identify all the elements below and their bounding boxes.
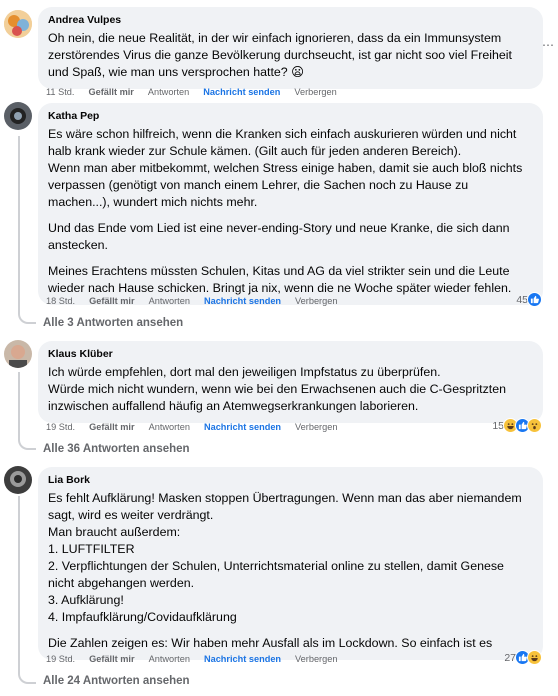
reply-link[interactable]: Antworten: [149, 421, 190, 433]
comment-author[interactable]: Klaus Klüber: [48, 348, 533, 361]
avatar-image: [4, 466, 32, 494]
wow-reaction-icon: [527, 418, 542, 433]
thread-line: [18, 496, 20, 674]
comment-paragraph: Oh nein, die neue Realität, in der wir e…: [48, 31, 512, 79]
comment-author[interactable]: Katha Pep: [48, 110, 533, 123]
comment-bubble: Lia Bork Es fehlt Aufklärung! Masken sto…: [38, 467, 543, 660]
comment-paragraph: 3. Aufklärung!: [48, 593, 124, 607]
comment-bubble: Klaus Klüber Ich würde empfehlen, dort m…: [38, 341, 543, 423]
hide-link[interactable]: Verbergen: [295, 653, 337, 665]
more-options-icon[interactable]: ⋯: [542, 38, 554, 52]
comment-paragraph: 4. Impfaufklärung/Covidaufklärung: [48, 610, 237, 624]
send-message-link[interactable]: Nachricht senden: [203, 86, 280, 98]
haha-reaction-icon: [527, 650, 542, 665]
comment-paragraph: Wenn man aber mitbekommt, welchen Stress…: [48, 161, 523, 209]
comment-paragraph: Ich würde empfehlen, dort mal den jeweil…: [48, 365, 441, 379]
send-message-link[interactable]: Nachricht senden: [204, 295, 281, 307]
view-replies-link[interactable]: Alle 3 Antworten ansehen: [43, 317, 183, 329]
comment-bubble: Andrea Vulpes Oh nein, die neue Realität…: [38, 7, 543, 89]
like-link[interactable]: Gefällt mir: [89, 295, 134, 307]
like-link[interactable]: Gefällt mir: [89, 653, 134, 665]
comment-actions: 11 Std. Gefällt mir Antworten Nachricht …: [46, 86, 351, 98]
comment-bubble: Katha Pep Es wäre schon hilfreich, wenn …: [38, 103, 543, 305]
comment-paragraph: 2. Verpflichtungen der Schulen, Unterric…: [48, 559, 504, 590]
thread-connector: [18, 312, 36, 324]
comment-paragraph: 1. LUFTFILTER: [48, 542, 135, 556]
hide-link[interactable]: Verbergen: [294, 86, 336, 98]
avatar[interactable]: [4, 10, 32, 38]
comment-text: Es fehlt Aufklärung! Masken stoppen Über…: [48, 490, 533, 652]
timestamp[interactable]: 19 Std.: [46, 653, 75, 665]
send-message-link[interactable]: Nachricht senden: [204, 653, 281, 665]
avatar-image: [4, 102, 32, 130]
timestamp[interactable]: 18 Std.: [46, 295, 75, 307]
comment-paragraph: Und das Ende vom Lied ist eine never-end…: [48, 221, 510, 252]
reaction-summary[interactable]: 27: [504, 650, 542, 665]
comment-author[interactable]: Andrea Vulpes: [48, 14, 533, 27]
comment-paragraph: Es wäre schon hilfreich, wenn die Kranke…: [48, 127, 517, 158]
comment-text: Oh nein, die neue Realität, in der wir e…: [48, 30, 533, 81]
avatar[interactable]: [4, 466, 32, 494]
thread-line: [18, 136, 20, 314]
reply-link[interactable]: Antworten: [149, 653, 190, 665]
thread-connector: [18, 672, 36, 684]
comment-text: Ich würde empfehlen, dort mal den jeweil…: [48, 364, 533, 415]
avatar-image: [4, 10, 32, 38]
view-replies-link[interactable]: Alle 24 Antworten ansehen: [43, 675, 190, 687]
thread-connector: [18, 438, 36, 450]
reply-link[interactable]: Antworten: [148, 86, 189, 98]
comment-paragraph: Man braucht außerdem:: [48, 525, 181, 539]
reaction-summary[interactable]: 15: [492, 418, 542, 433]
like-link[interactable]: Gefällt mir: [89, 421, 134, 433]
comment-actions: 19 Std. Gefällt mir Antworten Nachricht …: [46, 421, 351, 433]
like-reaction-icon: [527, 292, 542, 307]
comment-paragraph: Es fehlt Aufklärung! Masken stoppen Über…: [48, 491, 522, 522]
comment-author[interactable]: Lia Bork: [48, 474, 533, 487]
reaction-summary[interactable]: 45: [516, 292, 542, 307]
avatar[interactable]: [4, 340, 32, 368]
avatar[interactable]: [4, 102, 32, 130]
view-replies-link[interactable]: Alle 36 Antworten ansehen: [43, 443, 190, 455]
thread-line: [18, 372, 20, 440]
timestamp[interactable]: 11 Std.: [46, 86, 74, 98]
avatar-image: [4, 340, 32, 368]
comment-actions: 19 Std. Gefällt mir Antworten Nachricht …: [46, 653, 351, 665]
comment-actions: 18 Std. Gefällt mir Antworten Nachricht …: [46, 295, 351, 307]
comment-text: Es wäre schon hilfreich, wenn die Kranke…: [48, 126, 533, 297]
comment-paragraph: Meines Erachtens müssten Schulen, Kitas …: [48, 264, 512, 295]
timestamp[interactable]: 19 Std.: [46, 421, 75, 433]
hide-link[interactable]: Verbergen: [295, 421, 337, 433]
hide-link[interactable]: Verbergen: [295, 295, 337, 307]
like-link[interactable]: Gefällt mir: [88, 86, 133, 98]
comment-paragraph: Die Zahlen zeigen es: Wir haben mehr Aus…: [48, 636, 493, 650]
comment-paragraph: Würde mich nicht wundern, wenn wie bei d…: [48, 382, 506, 413]
send-message-link[interactable]: Nachricht senden: [204, 421, 281, 433]
reply-link[interactable]: Antworten: [149, 295, 190, 307]
